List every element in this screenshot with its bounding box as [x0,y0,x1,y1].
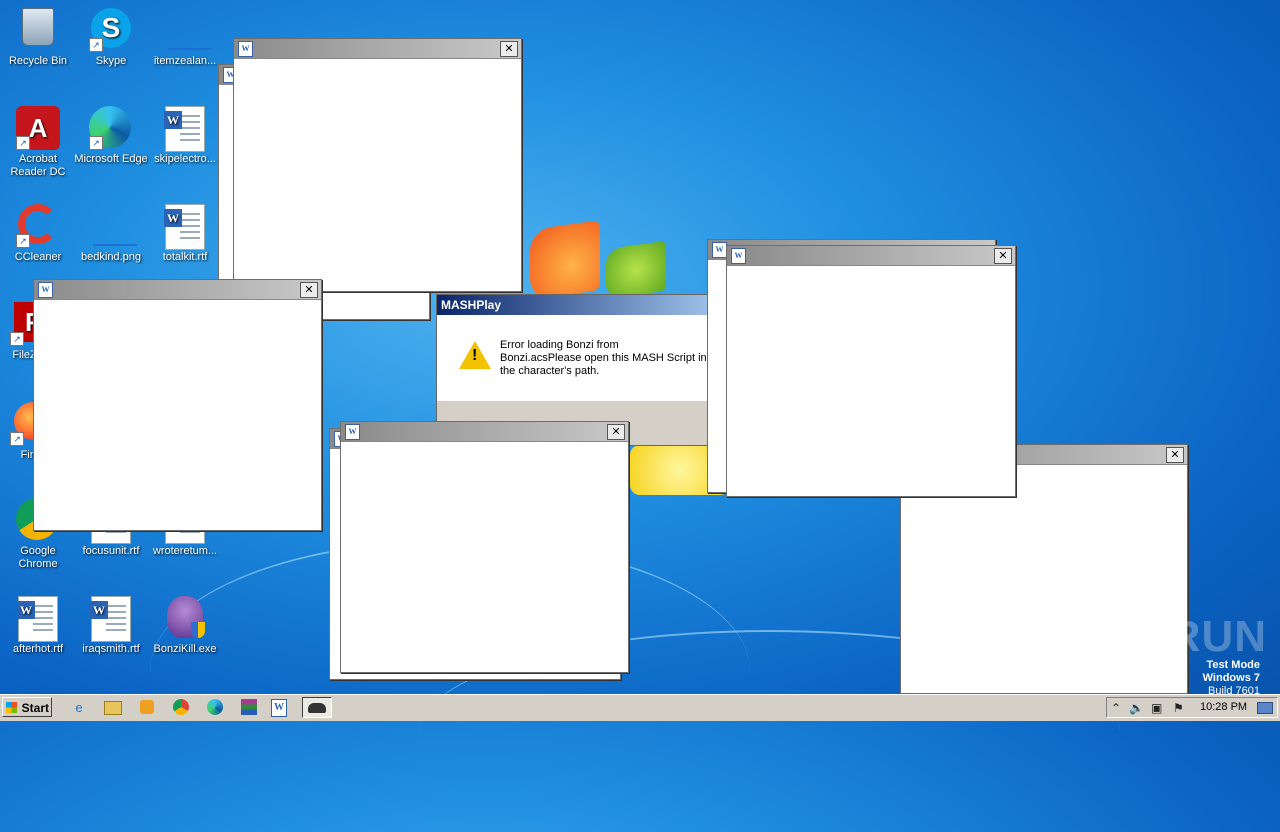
warning-icon: ! [459,341,491,369]
taskbar: Start e W ⌃ 🔈 ▣ ⚑ 10:28 PM [0,694,1280,721]
skype-icon: S ↗ [89,8,133,52]
windows-flag-icon [6,702,17,713]
clock[interactable]: 10:28 PM [1200,698,1247,717]
volume-icon[interactable]: 🔈 [1129,700,1144,716]
word-doc-icon: W [16,596,60,642]
acrobat-icon: A ↗ [16,106,60,150]
desktop-icon-iraqsmith[interactable]: W iraqsmith.rtf [73,592,149,656]
popup-titlebar[interactable]: W ✕ [341,422,628,442]
word-doc-icon: W [163,204,207,250]
dialog-title[interactable]: MASHPlay [437,295,727,315]
desktop-icon-bedkind[interactable]: bedkind.png [73,200,149,264]
word-app-icon: W [238,41,253,57]
close-icon[interactable]: ✕ [607,424,625,440]
desktop-icon-label: Recycle Bin [8,55,68,67]
taskbar-edge-icon[interactable] [202,697,228,718]
desktop-icon-skipelectro[interactable]: W skipelectro... [147,102,223,166]
watermark-line: Windows 7 [1202,672,1260,684]
dialog-body: ! Error loading Bonzi from Bonzi.acsPlea… [437,315,727,401]
desktop-icon-label: Skype [95,55,127,67]
desktop-icon-label: totalkit.rtf [162,251,208,263]
popup-titlebar[interactable]: W ✕ [34,280,321,300]
desktop-icon-label: afterhot.rtf [12,643,64,655]
desktop-icon-recycle-bin[interactable]: Recycle Bin [0,4,76,68]
taskbar-explorer-icon[interactable] [100,697,126,718]
show-desktop-icon[interactable] [1257,702,1273,714]
word-app-icon: W [38,282,53,298]
desktop-icon-ccleaner[interactable]: ↗ CCleaner [0,200,76,264]
popup-window-2[interactable]: W ✕ [726,245,1016,497]
windows-logo-wallpaper [530,215,670,300]
bonzi-icon [163,596,207,640]
popup-window-1[interactable]: W ✕ [233,38,522,292]
system-tray: ⌃ 🔈 ▣ ⚑ 10:28 PM [1106,697,1278,718]
network-icon[interactable]: ▣ [1151,700,1162,716]
ccleaner-icon: ↗ [16,204,60,248]
dialog-message: Error loading Bonzi from Bonzi.acsPlease… [500,339,728,378]
word-app-icon: W [712,242,727,258]
desktop-icon-label: Acrobat Reader DC [10,153,66,178]
desktop-icon-skype[interactable]: S ↗ Skype [73,4,149,68]
desktop-icon-acrobat[interactable]: A ↗ Acrobat Reader DC [0,102,76,179]
desktop-icon-label: BonziKill.exe [153,643,217,655]
show-hidden-icons-icon[interactable]: ⌃ [1111,700,1121,716]
close-icon[interactable]: ✕ [300,282,318,298]
test-mode-watermark: Test Mode Windows 7 Build 7601 [1203,659,1260,698]
desktop-icon-label: Microsoft Edge [74,153,148,165]
popup-window-4[interactable]: W ✕ [340,421,629,673]
word-doc-icon: W [89,596,133,642]
anyrun-watermark: ANY▷RUN [1038,612,1268,661]
edge-icon: ↗ [89,106,133,150]
close-icon[interactable]: ✕ [1166,447,1184,463]
popup-window-3[interactable]: W ✕ [33,279,322,531]
desktop-icon-label: itemzealan... [153,55,217,67]
word-app-icon: W [731,248,746,264]
start-button[interactable]: Start [2,697,52,717]
desktop-icon-label: wroteretum... [152,545,218,557]
start-label: Start [21,701,49,715]
popup-titlebar[interactable]: W ✕ [234,39,521,59]
desktop-icon-edge[interactable]: ↗ Microsoft Edge [73,102,149,166]
taskbar-winrar-icon[interactable] [236,697,262,718]
dialog-message-line: Bonzi.acsPlease open this MASH Script in… [500,352,728,364]
close-icon[interactable]: ✕ [500,41,518,57]
desktop: { "desktop": { "icons": [ {"label": "Rec… [0,0,1280,721]
desktop-icon-label: Google Chrome [18,545,58,570]
taskbar-word-icon[interactable]: W [266,697,292,718]
desktop-icon-bonzikill[interactable]: BonziKill.exe [147,592,223,656]
word-app-icon: W [345,424,360,440]
popup-titlebar[interactable]: W ✕ [727,246,1015,266]
taskbar-chrome-icon[interactable] [168,697,194,718]
recycle-bin-icon [16,8,60,52]
desktop-icon-label: CCleaner [14,251,62,263]
word-doc-icon: W [163,106,207,152]
action-center-flag-icon[interactable]: ⚑ [1173,700,1184,716]
desktop-icon-itemzealan[interactable]: itemzealan... [147,4,223,68]
desktop-icon-totalkit[interactable]: W totalkit.rtf [147,200,223,264]
desktop-icon-label: focusunit.rtf [82,545,140,557]
desktop-icon-label: iraqsmith.rtf [82,643,140,655]
desktop-icon-label: skipelectro... [154,153,216,165]
desktop-icon-label: bedkind.png [81,251,141,263]
desktop-icon-afterhot[interactable]: W afterhot.rtf [0,592,76,656]
dialog-message-line: Error loading Bonzi from [500,339,619,351]
taskbar-ie-icon[interactable]: e [66,697,92,718]
close-icon[interactable]: ✕ [994,248,1012,264]
watermark-line: Test Mode [1206,659,1260,671]
taskbar-media-player-icon[interactable] [134,697,160,718]
dialog-message-line: the character's path. [500,365,600,377]
image-file-icon [89,204,137,248]
taskbar-mashplay-icon[interactable] [302,697,332,718]
file-icon [163,8,211,52]
